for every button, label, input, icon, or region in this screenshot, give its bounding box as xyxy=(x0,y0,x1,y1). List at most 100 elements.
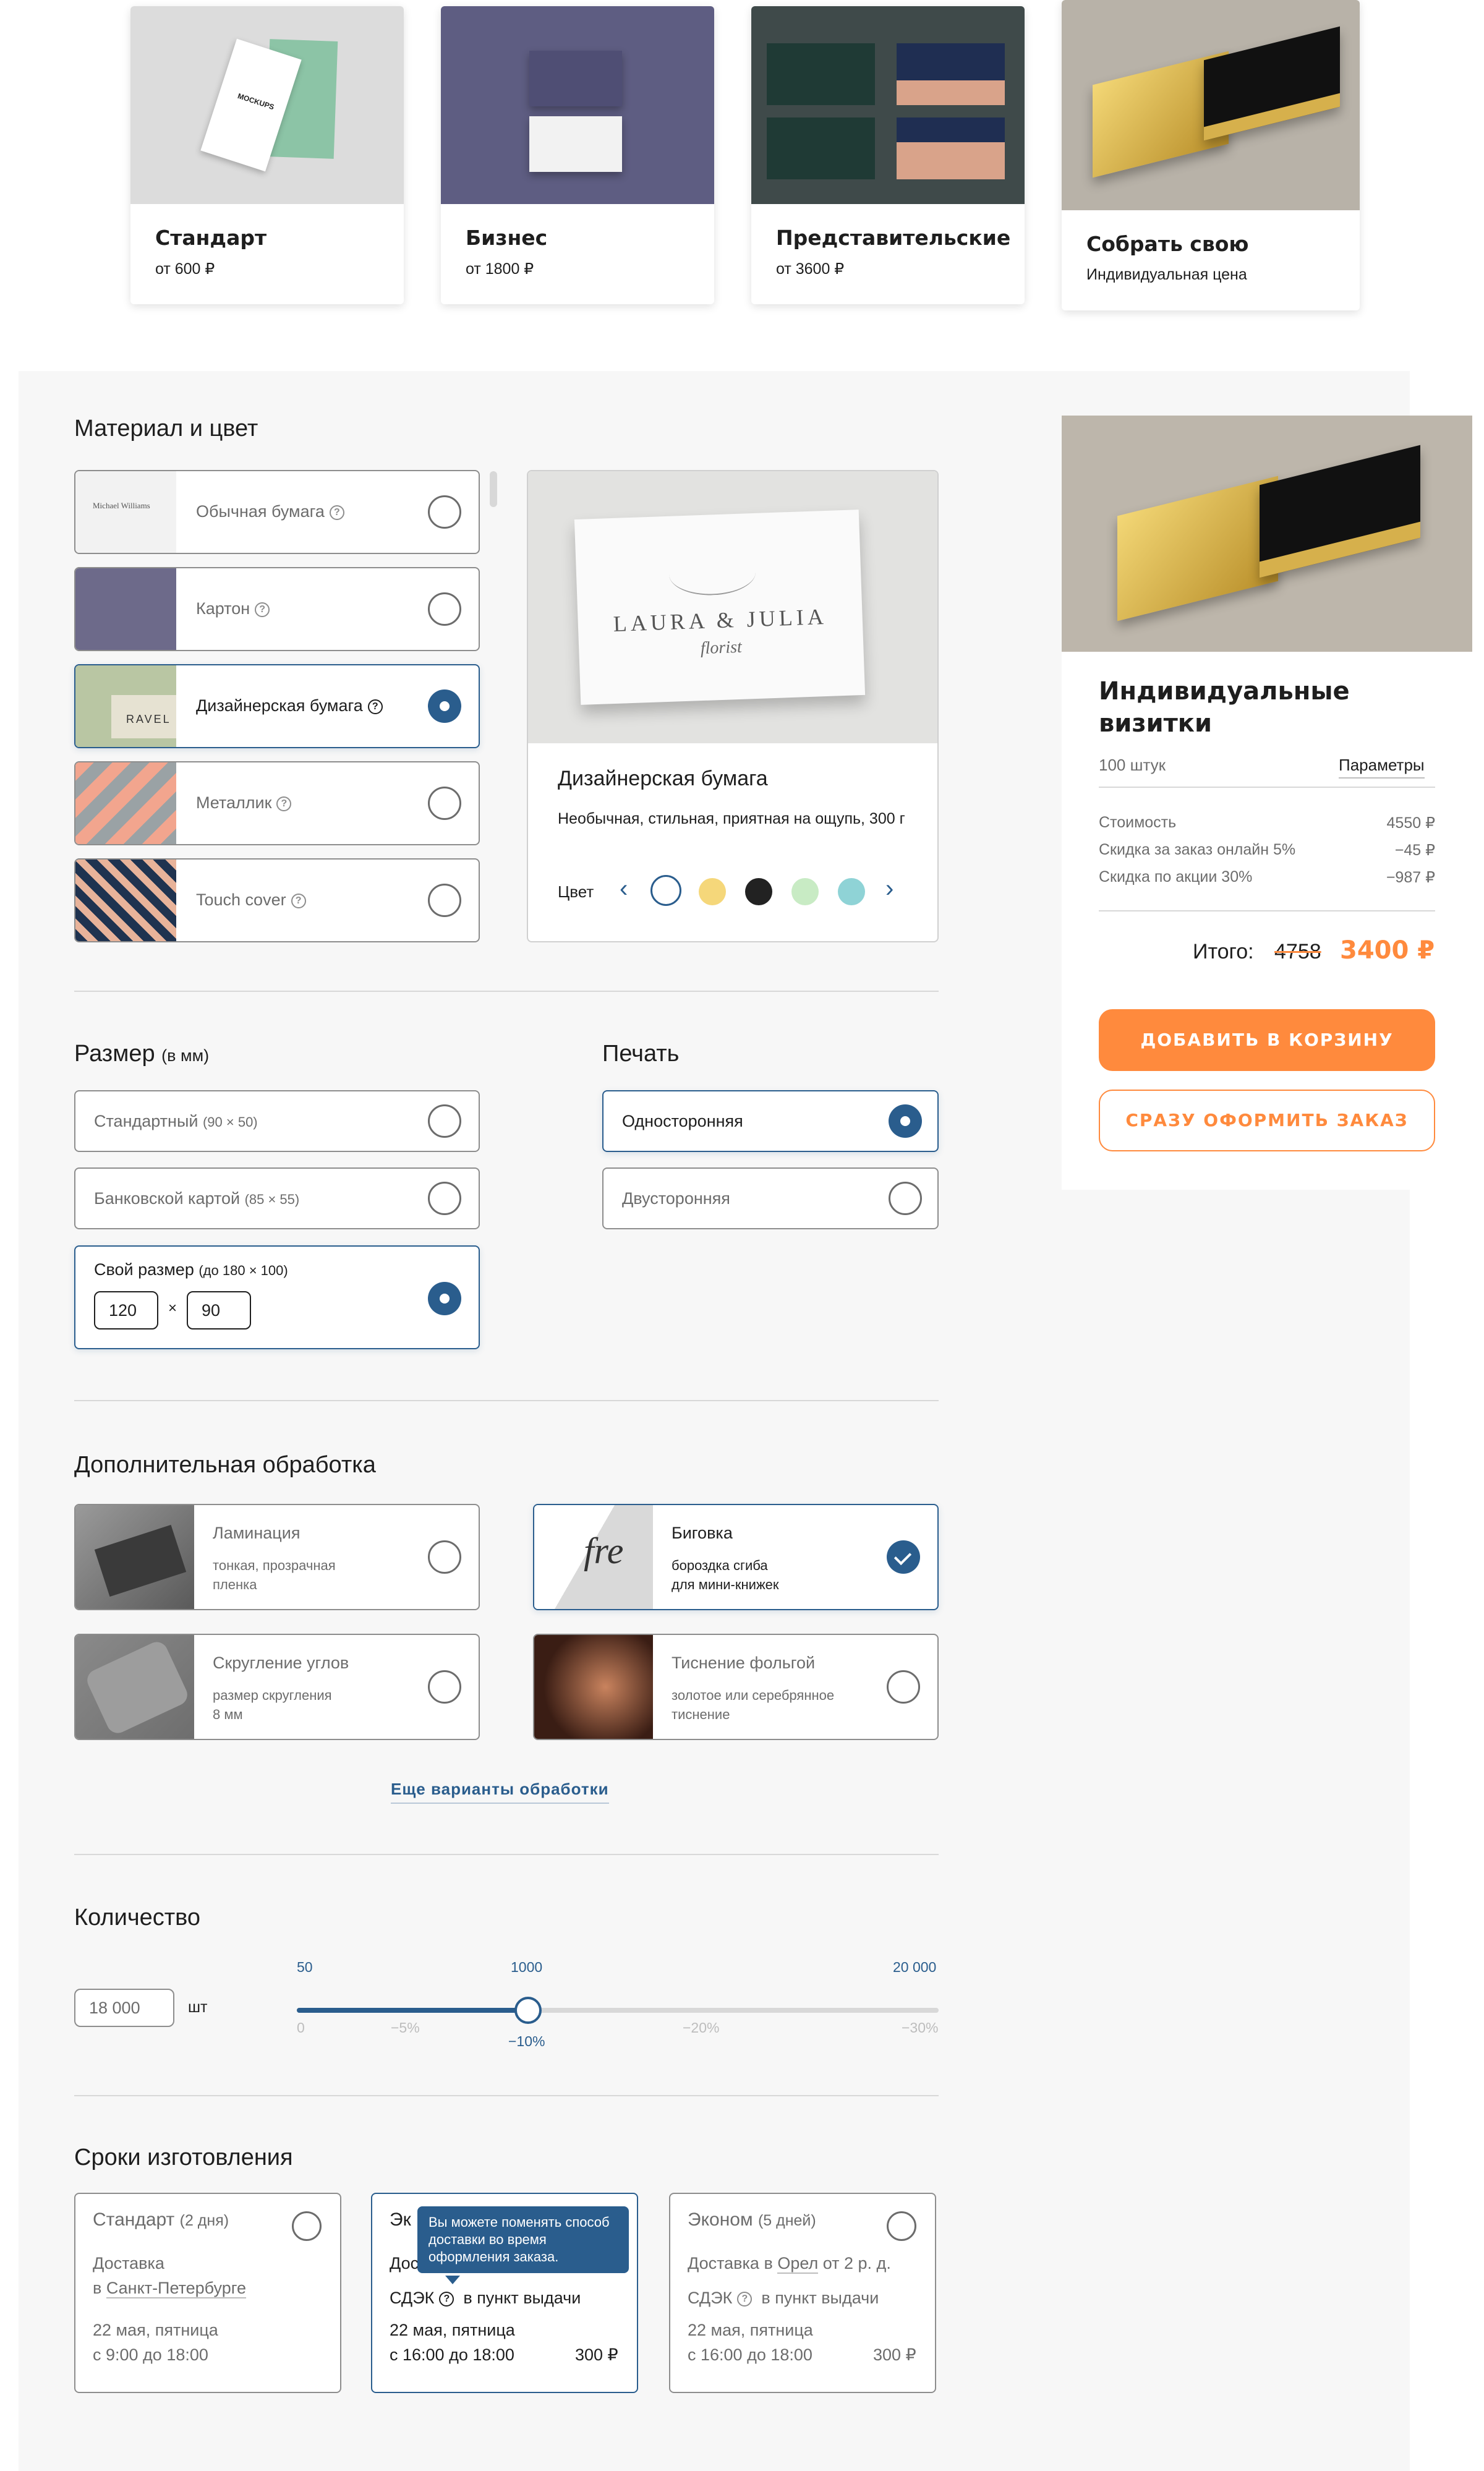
city-link[interactable]: Санкт-Петербурге xyxy=(106,2279,247,2298)
radio-button[interactable] xyxy=(428,1104,461,1138)
size-option-standard[interactable]: Стандартный (90 × 50) xyxy=(74,1090,480,1152)
checkbox-checked[interactable] xyxy=(887,1540,920,1574)
divider xyxy=(74,991,939,992)
color-swatch-black[interactable] xyxy=(745,878,772,905)
params-link[interactable]: Параметры xyxy=(1339,756,1425,779)
tick-max: 20 000 xyxy=(893,1959,937,1975)
radio-button-selected[interactable] xyxy=(428,1282,461,1315)
product-card-custom[interactable]: Собрать свою Индивидуальная цена xyxy=(1062,0,1360,310)
times-sign: × xyxy=(168,1300,177,1317)
product-card-standard[interactable]: MOCKUPS Стандарт от 600 ₽ xyxy=(130,6,404,304)
radio-button-selected[interactable] xyxy=(889,1104,922,1138)
radio-button[interactable] xyxy=(428,495,461,529)
option-title: Скругление углов xyxy=(213,1654,349,1672)
material-scrollbar[interactable] xyxy=(490,471,497,507)
material-option-cardboard[interactable]: Картон? xyxy=(74,567,480,651)
term-title: Эконом (5 дней) xyxy=(688,2209,816,2230)
tooltip-arrow xyxy=(445,2276,460,2284)
delivery-price: 300 ₽ xyxy=(575,2345,618,2364)
quantity-input[interactable]: 18 000 xyxy=(74,1989,174,2027)
city-link[interactable]: Орел xyxy=(777,2254,819,2274)
help-icon[interactable]: ? xyxy=(737,2291,753,2307)
finishing-option-scoring[interactable]: fre Биговка бороздка сгиба для мини-книже… xyxy=(533,1504,939,1610)
help-icon[interactable]: ? xyxy=(276,796,292,811)
help-icon[interactable]: ? xyxy=(439,2291,454,2307)
checkout-button[interactable]: СРАЗУ ОФОРМИТЬ ЗАКАЗ xyxy=(1099,1090,1435,1151)
delivery-text: Дос xyxy=(390,2254,419,2273)
product-card-representative[interactable]: Представительские от 3600 ₽ xyxy=(751,6,1025,304)
option-title: Тиснение фольгой xyxy=(672,1654,816,1672)
summary-image xyxy=(1062,416,1472,652)
print-option-double[interactable]: Двусторонняя xyxy=(602,1167,939,1229)
term-title: Стандарт (2 дня) xyxy=(93,2209,229,2230)
add-to-cart-button[interactable]: ДОБАВИТЬ В КОРЗИНУ xyxy=(1099,1009,1435,1071)
delivery-time: с 16:00 до 18:00 xyxy=(390,2345,514,2364)
material-option-designer[interactable]: RAVEL Дизайнерская бумага? xyxy=(74,664,480,748)
help-icon[interactable]: ? xyxy=(291,893,306,908)
option-subtitle: золотое или серебрянное тиснение xyxy=(672,1688,835,1722)
size-option-custom[interactable]: Свой размер (до 180 × 100) 120 × 90 xyxy=(74,1245,480,1349)
material-option-touch-cover[interactable]: Touch cover? xyxy=(74,858,480,942)
finishing-option-foil[interactable]: Тиснение фольгой золотое или серебрянное… xyxy=(533,1634,939,1740)
help-icon[interactable]: ? xyxy=(329,505,344,520)
term-card-standard[interactable]: Стандарт (2 дня) Доставка в Санкт-Петерб… xyxy=(74,2193,341,2393)
option-label: Свой размер (до 180 × 100) xyxy=(94,1260,288,1279)
more-finishing-link[interactable]: Еще варианты обработки xyxy=(391,1780,609,1804)
radio-button[interactable] xyxy=(428,1670,461,1704)
radio-button[interactable] xyxy=(428,884,461,917)
radio-button-selected[interactable] xyxy=(428,689,461,723)
delivery-text: Доставка в Орел от 2 р. д. xyxy=(688,2254,891,2274)
color-swatch-teal[interactable] xyxy=(838,878,865,905)
card-price: от 600 ₽ xyxy=(155,260,215,278)
total-label: Итого: xyxy=(1193,940,1254,963)
metallic-thumb xyxy=(75,762,176,844)
option-label: Односторонняя xyxy=(622,1112,743,1130)
slider-handle[interactable] xyxy=(514,1997,542,2024)
discount-tick: −5% xyxy=(391,2020,420,2036)
radio-button[interactable] xyxy=(428,592,461,626)
radio-button[interactable] xyxy=(428,787,461,820)
term-card-economy[interactable]: Эконом (5 дней) Доставка в Орел от 2 р. … xyxy=(669,2193,936,2393)
color-swatch-mint[interactable] xyxy=(791,878,819,905)
size-option-bank-card[interactable]: Банковской картой (85 × 55) xyxy=(74,1167,480,1229)
option-subtitle: бороздка сгиба для мини-книжек xyxy=(672,1558,779,1592)
preview-image: LAURA & JULIA florist xyxy=(528,471,937,743)
color-next-arrow[interactable]: › xyxy=(885,875,893,903)
quantity-heading: Количество xyxy=(74,1905,201,1931)
price-row: Стоимость 4550 ₽ xyxy=(1099,814,1435,832)
discount-tick-active: −10% xyxy=(508,2033,545,2049)
radio-button[interactable] xyxy=(887,1670,920,1704)
color-swatch-yellow[interactable] xyxy=(699,878,726,905)
print-option-single[interactable]: Односторонняя xyxy=(602,1090,939,1152)
card-title: Стандарт xyxy=(155,226,267,250)
standard-card-image: MOCKUPS xyxy=(130,6,404,204)
custom-height-input[interactable]: 90 xyxy=(187,1291,251,1329)
delivery-date: 22 мая, пятница xyxy=(390,2321,515,2339)
slider-fill xyxy=(297,2008,528,2013)
discount-tick: −30% xyxy=(902,2020,939,2036)
custom-width-input[interactable]: 120 xyxy=(94,1291,158,1329)
card-title: Собрать свою xyxy=(1086,232,1249,256)
quantity-unit: шт xyxy=(188,1999,208,2016)
help-icon[interactable]: ? xyxy=(367,699,383,714)
radio-button[interactable] xyxy=(889,1182,922,1215)
delivery-price: 300 ₽ xyxy=(873,2345,916,2364)
material-option-plain[interactable]: Michael Williams Обычная бумага? xyxy=(74,470,480,554)
color-swatch-white[interactable] xyxy=(650,875,681,906)
finishing-option-lamination[interactable]: Ламинация тонкая, прозрачная пленка xyxy=(74,1504,480,1610)
radio-button[interactable] xyxy=(292,2211,322,2241)
representative-card-image xyxy=(751,6,1025,204)
delivery-tooltip: Вы можете поменять способ доставки во вр… xyxy=(417,2206,629,2273)
color-prev-arrow[interactable]: ‹ xyxy=(620,875,628,903)
help-icon[interactable]: ? xyxy=(255,602,270,617)
finishing-option-rounding[interactable]: Скругление углов размер скругления 8 мм xyxy=(74,1634,480,1740)
product-card-business[interactable]: Бизнес от 1800 ₽ xyxy=(441,6,714,304)
tick-mid: 1000 xyxy=(511,1959,543,1975)
radio-button[interactable] xyxy=(428,1182,461,1215)
radio-button[interactable] xyxy=(887,2211,916,2241)
tick-min: 50 xyxy=(297,1959,313,1975)
radio-button[interactable] xyxy=(428,1540,461,1574)
material-option-metallic[interactable]: Металлик? xyxy=(74,761,480,845)
terms-heading: Сроки изготовления xyxy=(74,2145,293,2170)
discount-tick: −20% xyxy=(683,2020,720,2036)
